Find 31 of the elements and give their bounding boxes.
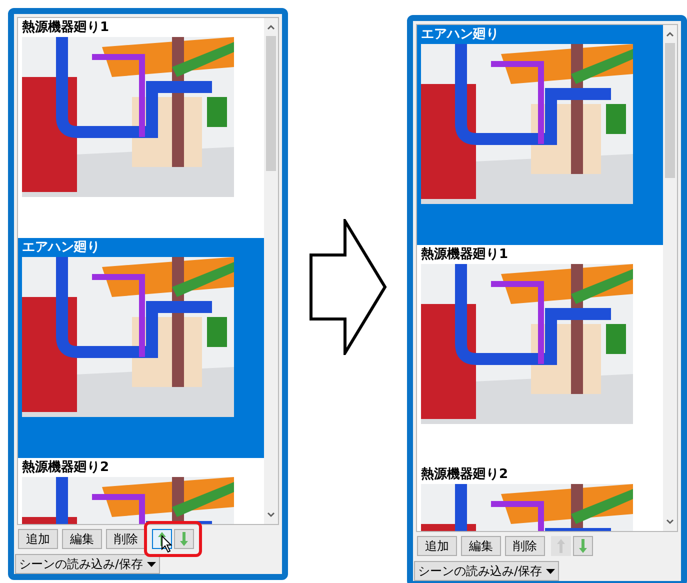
scrollbar[interactable]: [264, 18, 278, 524]
scroll-down-icon[interactable]: [666, 519, 674, 526]
scene-title: 熱源機器廻り2: [421, 466, 510, 484]
scroll-up-icon[interactable]: [267, 24, 275, 30]
scene-item[interactable]: エアハン廻り: [18, 238, 264, 458]
toolbar-button[interactable]: 編集: [461, 536, 501, 556]
down-arrow-icon: [180, 532, 188, 546]
scrollbar-thumb[interactable]: [266, 36, 276, 171]
toolbar-button[interactable]: 削除: [505, 536, 545, 556]
dropdown-icon: [546, 568, 556, 574]
scroll-down-icon[interactable]: [267, 512, 275, 518]
scroll-up-icon[interactable]: [666, 31, 674, 37]
down-arrow-icon: [579, 539, 587, 554]
scene-title: 熱源機器廻り2: [22, 459, 110, 477]
scene-title: エアハン廻り: [421, 26, 500, 44]
toolbar-button[interactable]: 編集: [62, 529, 102, 550]
scene-menu-button[interactable]: シーンの読み込み/保存: [414, 561, 560, 581]
scene-title: エアハン廻り: [22, 239, 101, 257]
scrollbar-thumb[interactable]: [665, 43, 675, 178]
cursor-icon: [161, 535, 173, 554]
move-down-button[interactable]: [573, 536, 593, 556]
toolbar-button[interactable]: 削除: [106, 529, 146, 550]
scene-title: 熱源機器廻り1: [421, 246, 510, 264]
dropdown-icon: [147, 562, 156, 566]
scene-item[interactable]: エアハン廻り: [417, 25, 663, 245]
scene-title: 熱源機器廻り1: [22, 19, 110, 37]
toolbar-button[interactable]: 追加: [417, 536, 457, 556]
up-arrow-icon: [557, 539, 565, 554]
scrollbar[interactable]: [663, 25, 677, 532]
scene-menu-button[interactable]: シーンの読み込み/保存: [15, 554, 160, 574]
toolbar-button[interactable]: 追加: [18, 529, 58, 550]
